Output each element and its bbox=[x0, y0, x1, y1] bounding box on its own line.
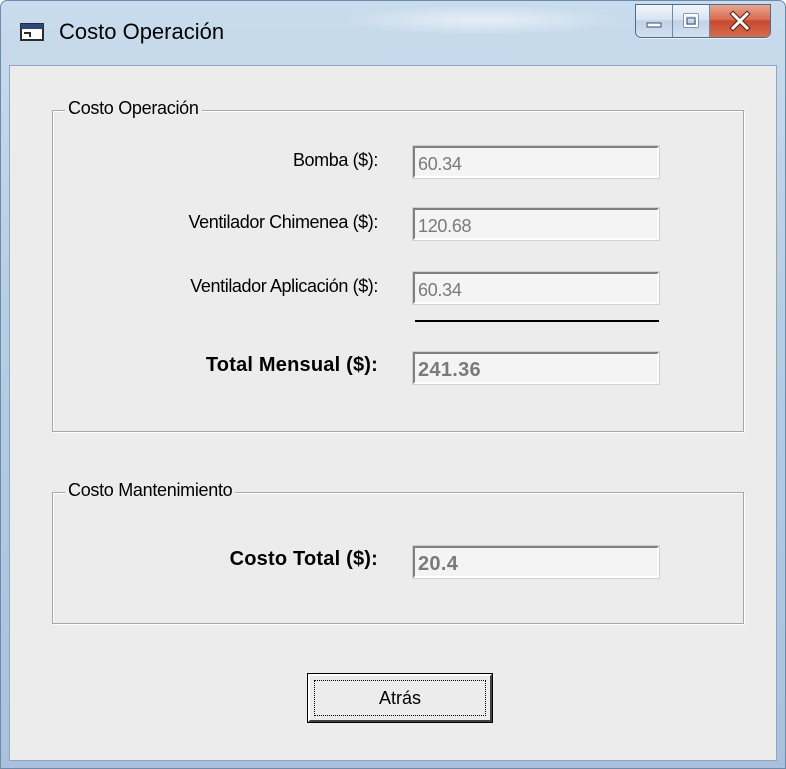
maximize-button[interactable] bbox=[673, 5, 710, 37]
minimize-icon bbox=[646, 22, 662, 28]
ventilador-chimenea-field[interactable]: 120.68 bbox=[412, 207, 660, 241]
costo-total-label: Costo Total ($): bbox=[229, 548, 378, 570]
caption-buttons bbox=[635, 4, 771, 38]
title-bar[interactable]: Costo Operación bbox=[1, 1, 785, 65]
close-icon bbox=[729, 10, 751, 32]
minimize-button[interactable] bbox=[636, 5, 673, 37]
bomba-label: Bomba ($): bbox=[292, 150, 378, 170]
atras-button-label: Atrás bbox=[314, 680, 486, 716]
costo-operacion-group-title: Costo Operación bbox=[65, 98, 202, 119]
atras-button[interactable]: Atrás bbox=[307, 673, 493, 723]
ventilador-aplicacion-label: Ventilador Aplicación ($): bbox=[190, 276, 378, 296]
costo-total-field[interactable]: 20.4 bbox=[412, 545, 660, 579]
close-button[interactable] bbox=[710, 5, 770, 37]
total-mensual-label: Total Mensual ($): bbox=[205, 354, 378, 376]
total-mensual-field[interactable]: 241.36 bbox=[412, 351, 660, 385]
ventilador-aplicacion-field[interactable]: 60.34 bbox=[412, 271, 660, 305]
window-title: Costo Operación bbox=[59, 19, 225, 44]
form-window-icon bbox=[20, 23, 44, 41]
costo-mantenimiento-group-title: Costo Mantenimiento bbox=[65, 480, 236, 501]
maximize-icon bbox=[683, 13, 699, 28]
sum-divider-line bbox=[415, 320, 659, 322]
costo-operacion-window: Costo Operación Costo Operación Bomba ($… bbox=[0, 0, 786, 769]
bomba-field[interactable]: 60.34 bbox=[412, 145, 660, 179]
ventilador-chimenea-label: Ventilador Chimenea ($): bbox=[188, 212, 378, 232]
form-client-area: Costo Operación Bomba ($): 60.34 Ventila… bbox=[9, 65, 777, 761]
title-bar-highlight bbox=[341, 5, 621, 35]
